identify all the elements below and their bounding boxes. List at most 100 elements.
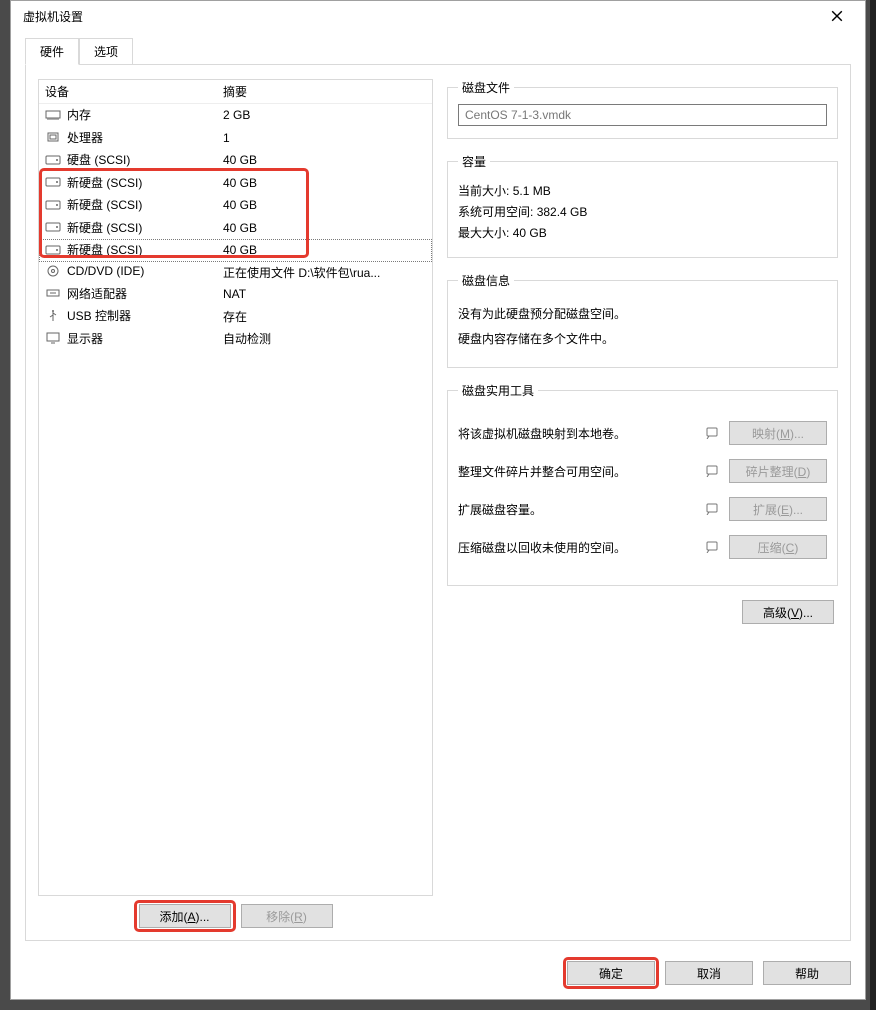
device-name: 内存 — [67, 106, 91, 123]
tab-hardware[interactable]: 硬件 — [25, 38, 79, 65]
tool-row-map: 将该虚拟机磁盘映射到本地卷。 映射(M)... — [458, 421, 827, 445]
tool-row-compact: 压缩磁盘以回收未使用的空间。 压缩(C) — [458, 535, 827, 559]
disk-info-line2: 硬盘内容存储在多个文件中。 — [458, 330, 827, 347]
device-name: 硬盘 (SCSI) — [67, 151, 130, 168]
memory-icon — [45, 108, 61, 122]
device-summary: 1 — [217, 127, 432, 150]
disk-info-legend: 磁盘信息 — [458, 272, 514, 289]
hdd-icon — [45, 175, 61, 189]
remove-button[interactable]: 移除(R) — [241, 904, 333, 928]
advanced-button[interactable]: 高级(V)... — [742, 600, 834, 624]
close-button[interactable] — [817, 2, 857, 30]
cancel-button[interactable]: 取消 — [665, 961, 753, 985]
device-summary: 40 GB — [217, 172, 432, 195]
close-icon — [831, 10, 843, 22]
tool-row-expand: 扩展磁盘容量。 扩展(E)... — [458, 497, 827, 521]
device-summary: NAT — [217, 283, 432, 306]
device-list-frame: 设备 摘要 内存2 GB处理器1硬盘 (SCSI)40 GB新硬盘 (SCSI)… — [38, 79, 433, 896]
device-summary: 存在 — [217, 305, 432, 328]
device-name: 新硬盘 (SCSI) — [67, 219, 142, 236]
table-row[interactable]: 新硬盘 (SCSI) 40 GB — [39, 217, 432, 240]
device-summary: 正在使用文件 D:\软件包\rua... — [217, 262, 432, 283]
titlebar: 虚拟机设置 — [11, 1, 865, 31]
callout-icon — [705, 425, 721, 441]
device-name: 显示器 — [67, 330, 103, 347]
current-size-label: 当前大小: — [458, 184, 509, 198]
expand-button[interactable]: 扩展(E)... — [729, 497, 827, 521]
disk-tools-group: 磁盘实用工具 将该虚拟机磁盘映射到本地卷。 映射(M)... 整理文件碎片并整合… — [447, 382, 838, 586]
left-column: 设备 摘要 内存2 GB处理器1硬盘 (SCSI)40 GB新硬盘 (SCSI)… — [38, 79, 433, 928]
callout-icon — [705, 539, 721, 555]
disk-file-legend: 磁盘文件 — [458, 79, 514, 96]
free-space-value: 382.4 GB — [537, 205, 588, 219]
device-name: 处理器 — [67, 129, 103, 146]
compact-button[interactable]: 压缩(C) — [729, 535, 827, 559]
tool-row-defrag: 整理文件碎片并整合可用空间。 碎片整理(D) — [458, 459, 827, 483]
device-summary: 40 GB — [217, 194, 432, 217]
defrag-desc: 整理文件碎片并整合可用空间。 — [458, 463, 697, 480]
help-button[interactable]: 帮助 — [763, 961, 851, 985]
table-row[interactable]: USB 控制器 存在 — [39, 305, 432, 328]
disk-info-group: 磁盘信息 没有为此硬盘预分配磁盘空间。 硬盘内容存储在多个文件中。 — [447, 272, 838, 368]
map-button[interactable]: 映射(M)... — [729, 421, 827, 445]
device-name: 新硬盘 (SCSI) — [67, 174, 142, 191]
table-row[interactable]: CD/DVD (IDE) 正在使用文件 D:\软件包\rua... — [39, 262, 432, 283]
device-name: CD/DVD (IDE) — [67, 264, 144, 278]
capacity-group: 容量 当前大小: 5.1 MB 系统可用空间: 382.4 GB 最大大小: 4… — [447, 153, 838, 258]
expand-desc: 扩展磁盘容量。 — [458, 501, 697, 518]
hdd-icon — [45, 220, 61, 234]
device-summary: 2 GB — [217, 104, 432, 127]
device-summary: 40 GB — [217, 149, 432, 172]
disk-tools-legend: 磁盘实用工具 — [458, 382, 538, 399]
usb-icon — [45, 309, 61, 323]
col-device: 设备 — [39, 80, 217, 104]
ok-button[interactable]: 确定 — [567, 961, 655, 985]
table-row[interactable]: 显示器 自动检测 — [39, 328, 432, 351]
table-row[interactable]: 内存 2 GB — [39, 104, 432, 127]
device-name: USB 控制器 — [67, 307, 131, 324]
cd-icon — [45, 264, 61, 278]
cpu-icon — [45, 130, 61, 144]
hdd-icon — [45, 153, 61, 167]
max-size-value: 40 GB — [513, 226, 547, 240]
vm-settings-dialog: 虚拟机设置 硬件 选项 设备 摘要 — [10, 0, 866, 1000]
add-button[interactable]: 添加(A)... — [139, 904, 231, 928]
device-name: 新硬盘 (SCSI) — [67, 241, 142, 258]
device-name: 新硬盘 (SCSI) — [67, 196, 142, 213]
left-buttons: 添加(A)... 移除(R) — [38, 904, 433, 928]
device-name: 网络适配器 — [67, 285, 127, 302]
table-row[interactable]: 处理器 1 — [39, 127, 432, 150]
tab-strip: 硬件 选项 — [25, 38, 851, 65]
device-summary: 40 GB — [217, 239, 432, 262]
device-table[interactable]: 设备 摘要 内存2 GB处理器1硬盘 (SCSI)40 GB新硬盘 (SCSI)… — [39, 80, 432, 350]
defrag-button[interactable]: 碎片整理(D) — [729, 459, 827, 483]
tab-options[interactable]: 选项 — [79, 38, 133, 65]
hdd-icon — [45, 243, 61, 257]
table-row[interactable]: 新硬盘 (SCSI) 40 GB — [39, 194, 432, 217]
col-summary: 摘要 — [217, 80, 432, 104]
current-size-value: 5.1 MB — [513, 184, 551, 198]
display-icon — [45, 331, 61, 345]
table-row[interactable]: 网络适配器 NAT — [39, 283, 432, 306]
hardware-panel: 设备 摘要 内存2 GB处理器1硬盘 (SCSI)40 GB新硬盘 (SCSI)… — [25, 64, 851, 941]
capacity-legend: 容量 — [458, 153, 490, 170]
table-row[interactable]: 新硬盘 (SCSI) 40 GB — [39, 172, 432, 195]
table-row[interactable]: 硬盘 (SCSI) 40 GB — [39, 149, 432, 172]
map-desc: 将该虚拟机磁盘映射到本地卷。 — [458, 425, 697, 442]
disk-file-group: 磁盘文件 — [447, 79, 838, 139]
device-summary: 40 GB — [217, 217, 432, 240]
compact-desc: 压缩磁盘以回收未使用的空间。 — [458, 539, 697, 556]
net-icon — [45, 286, 61, 300]
window-title: 虚拟机设置 — [19, 8, 817, 25]
hdd-icon — [45, 198, 61, 212]
dialog-body: 硬件 选项 设备 摘要 内存 2 GB 处理器 1 硬盘 (SCSI) 40 GB — [11, 31, 865, 951]
dialog-buttons: 确定 取消 帮助 — [11, 951, 865, 999]
callout-icon — [705, 463, 721, 479]
advanced-row: 高级(V)... — [447, 600, 838, 624]
device-summary: 自动检测 — [217, 328, 432, 351]
callout-icon — [705, 501, 721, 517]
disk-file-input[interactable] — [458, 104, 827, 126]
table-row[interactable]: 新硬盘 (SCSI) 40 GB — [39, 239, 432, 262]
free-space-label: 系统可用空间: — [458, 205, 533, 219]
max-size-label: 最大大小: — [458, 226, 509, 240]
